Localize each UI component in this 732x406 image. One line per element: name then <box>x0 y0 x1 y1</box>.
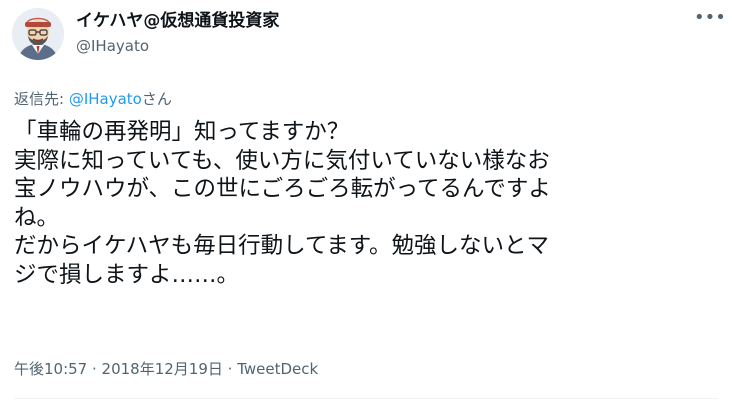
tweet-body-line: 宝ノウハウが、この世にごろごろ転がってるんですよ <box>14 176 551 203</box>
reply-mention-link[interactable]: @IHayato <box>69 90 142 108</box>
tweet-body-line: ね。 <box>14 204 60 231</box>
tweet-body-line: 実際に知っていても、使い方に気付いていない様なお <box>14 147 550 174</box>
avatar[interactable] <box>12 8 64 60</box>
tweet-body: 「車輪の再発明」知ってますか？ 実際に知っていても、使い方に気付いていない様なお… <box>14 118 720 290</box>
reply-suffix: さん <box>141 90 172 108</box>
tweet-source-link[interactable]: TweetDeck <box>237 360 318 378</box>
tweet-body-line: 「車輪の再発明」知ってますか？ <box>14 119 350 145</box>
meta-separator: · <box>222 360 238 378</box>
tweet-body-line: だからイケハヤも毎日行動してます。勉強しないとマ <box>14 233 550 260</box>
author-display-name[interactable]: イケハヤ@仮想通貨投資家 <box>76 10 279 32</box>
author-handle[interactable]: @IHayato <box>76 35 279 57</box>
cartoon-man-avatar-icon <box>12 8 64 60</box>
ellipsis-icon: ••• <box>694 7 726 28</box>
divider <box>14 398 718 399</box>
tweet-time-link[interactable]: 午後10:57 <box>14 360 87 378</box>
meta-separator: · <box>87 360 102 378</box>
tweet: イケハヤ@仮想通貨投資家 @IHayato ••• 返信先: @IHayatoさ… <box>0 0 732 406</box>
reply-to-line: 返信先: @IHayatoさん <box>14 88 172 109</box>
more-options-button[interactable]: ••• <box>694 9 726 30</box>
tweet-body-line: ジで損しますよ……。 <box>14 261 240 288</box>
author-names: イケハヤ@仮想通貨投資家 @IHayato <box>76 10 279 57</box>
tweet-metadata: 午後10:57 · 2018年12月19日 · TweetDeck <box>14 358 318 379</box>
reply-prefix: 返信先: <box>14 90 69 108</box>
tweet-date-link[interactable]: 2018年12月19日 <box>102 360 223 378</box>
